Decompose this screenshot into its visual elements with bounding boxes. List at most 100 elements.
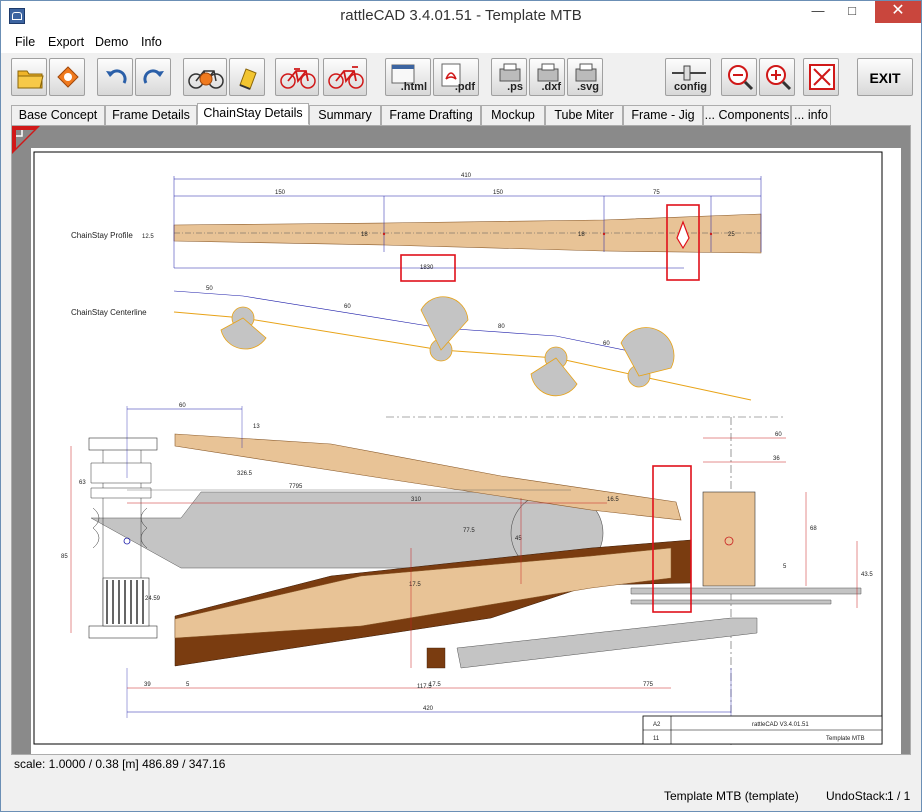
tab-frame-drafting[interactable]: Frame Drafting xyxy=(381,105,481,126)
status-bar: scale: 1.0000 / 0.38 [m] 486.89 / 347.16 xyxy=(11,756,911,773)
menu-file[interactable]: File xyxy=(15,35,35,49)
paint-icon xyxy=(239,68,257,90)
tab-frame-jig[interactable]: Frame - Jig xyxy=(623,105,703,126)
dim-150-a: 150 xyxy=(275,190,286,196)
paint-button[interactable] xyxy=(229,58,265,96)
open-button[interactable] xyxy=(11,58,47,96)
dim-right-36: 36 xyxy=(773,456,780,462)
config-label: config xyxy=(674,81,707,93)
bike-settings-button[interactable] xyxy=(183,58,227,96)
dim-left-85: 85 xyxy=(61,554,68,560)
exit-label: EXIT xyxy=(869,70,901,86)
dim-right-60: 60 xyxy=(775,432,782,438)
dim-cl-60: 60 xyxy=(344,304,351,310)
dim-75: 75 xyxy=(653,190,660,196)
pdf-label: .pdf xyxy=(454,81,475,93)
drawing-sheet: ChainStay Profile 410 150 150 75 12.5 18… xyxy=(31,148,901,754)
menu-export[interactable]: Export xyxy=(48,35,84,49)
profile-label: ChainStay Profile xyxy=(71,231,133,240)
zoom-out-button[interactable] xyxy=(721,58,757,96)
tab-info[interactable]: ... info xyxy=(791,105,831,126)
dim-profile-height-right: 25 xyxy=(728,232,735,238)
dim-cl-60b: 60 xyxy=(603,341,610,347)
undo-button[interactable] xyxy=(97,58,133,96)
dropout-box xyxy=(702,491,756,587)
menu-bar: File Export Demo Info xyxy=(1,31,921,53)
dim-cl-80: 80 xyxy=(498,324,505,330)
bike-red-icon xyxy=(280,68,316,89)
save-button[interactable] xyxy=(49,58,85,96)
tab-components[interactable]: ... Components xyxy=(703,105,791,126)
redo-button[interactable] xyxy=(135,58,171,96)
dim-profile-height-left: 12.5 xyxy=(142,234,154,240)
open-folder-icon xyxy=(17,70,44,89)
svg-label: .svg xyxy=(576,81,599,93)
dim-v5: 5 xyxy=(783,564,787,570)
dim-2459: 24.59 xyxy=(145,596,161,602)
window-title: rattleCAD 3.4.01.51 - Template MTB xyxy=(340,7,582,24)
bike-red-button[interactable] xyxy=(275,58,319,96)
dim-7795: 7795 xyxy=(289,484,303,490)
pdf-export-button[interactable]: .pdf xyxy=(433,58,479,96)
title-page: 11 xyxy=(653,736,660,742)
tab-tube-miter[interactable]: Tube Miter xyxy=(545,105,623,126)
exit-button[interactable]: EXIT xyxy=(857,58,913,96)
title-template: Template MTB xyxy=(826,736,865,742)
title-app: rattleCAD V3.4.01.51 xyxy=(752,722,809,728)
bb-shell-top xyxy=(88,437,158,451)
dim-165: 16.5 xyxy=(607,497,619,503)
dim-1830: 1830 xyxy=(420,265,434,271)
dim-profile-height-mid2: 18 xyxy=(578,232,585,238)
dim-v435: 43.5 xyxy=(861,572,873,578)
dim-cl-50: 50 xyxy=(206,286,213,292)
dim-150-b: 150 xyxy=(493,190,504,196)
chainstay-drawing: ChainStay Profile 410 150 150 75 12.5 18… xyxy=(33,151,883,748)
centerline-label: ChainStay Centerline xyxy=(71,308,147,317)
zoom-in-icon xyxy=(766,65,792,91)
cassette-block xyxy=(102,577,150,627)
redo-icon xyxy=(143,69,164,84)
scale-readout: scale: 1.0000 / 0.38 [m] 486.89 / 347.16 xyxy=(14,757,226,771)
drawing-canvas[interactable]: ChainStay Profile 410 150 150 75 12.5 18… xyxy=(11,125,911,755)
bottom-bar: Template MTB (template) UndoStack: 1 / 1 xyxy=(1,781,921,811)
dim-v775: 77.5 xyxy=(463,528,475,534)
html-label: .html xyxy=(400,81,427,93)
toolbar: .html .pdf .ps .dxf .svg config EXIT xyxy=(1,53,921,101)
undo-icon xyxy=(106,69,127,84)
close-button[interactable]: ✕ xyxy=(875,1,921,23)
dim-310: 310 xyxy=(411,497,422,503)
dxf-export-button[interactable]: .dxf xyxy=(529,58,565,96)
dim-410: 410 xyxy=(461,173,472,179)
tab-mockup[interactable]: Mockup xyxy=(481,105,545,126)
maximize-button[interactable]: □ xyxy=(837,1,867,23)
dim-top-13: 13 xyxy=(253,424,260,430)
config-button[interactable]: config xyxy=(665,58,711,96)
bike-red-export-button[interactable] xyxy=(323,58,367,96)
app-window: rattleCAD 3.4.01.51 - Template MTB — □ ✕… xyxy=(0,0,922,812)
ps-export-button[interactable]: .ps xyxy=(491,58,527,96)
menu-info[interactable]: Info xyxy=(141,35,162,49)
svg-export-button[interactable]: .svg xyxy=(567,58,603,96)
menu-demo[interactable]: Demo xyxy=(95,35,128,49)
zoom-in-button[interactable] xyxy=(759,58,795,96)
title-sheet: A2 xyxy=(653,722,661,728)
html-export-button[interactable]: .html xyxy=(385,58,431,96)
dim-profile-height-mid1: 18 xyxy=(361,232,368,238)
dim-v68: 68 xyxy=(810,526,817,532)
zoom-out-icon xyxy=(728,65,754,91)
title-bar: rattleCAD 3.4.01.51 - Template MTB — □ ✕ xyxy=(1,1,921,31)
ps-label: .ps xyxy=(507,81,523,93)
bike-red-export-icon xyxy=(328,66,364,89)
dxf-label: .dxf xyxy=(541,81,561,93)
fit-button[interactable] xyxy=(803,58,839,96)
tab-frame-details[interactable]: Frame Details xyxy=(105,105,197,126)
dim-v1175: 117.5 xyxy=(417,684,432,690)
dim-bottom-39: 39 xyxy=(144,682,151,688)
tab-summary[interactable]: Summary xyxy=(309,105,381,126)
tab-base-concept[interactable]: Base Concept xyxy=(11,105,105,126)
tab-chainstay-details[interactable]: ChainStay Details xyxy=(197,103,309,125)
dim-bottom-775: 775 xyxy=(643,682,654,688)
dim-bottom-5: 5 xyxy=(186,682,190,688)
minimize-button[interactable]: — xyxy=(803,1,833,23)
save-icon xyxy=(57,66,79,88)
